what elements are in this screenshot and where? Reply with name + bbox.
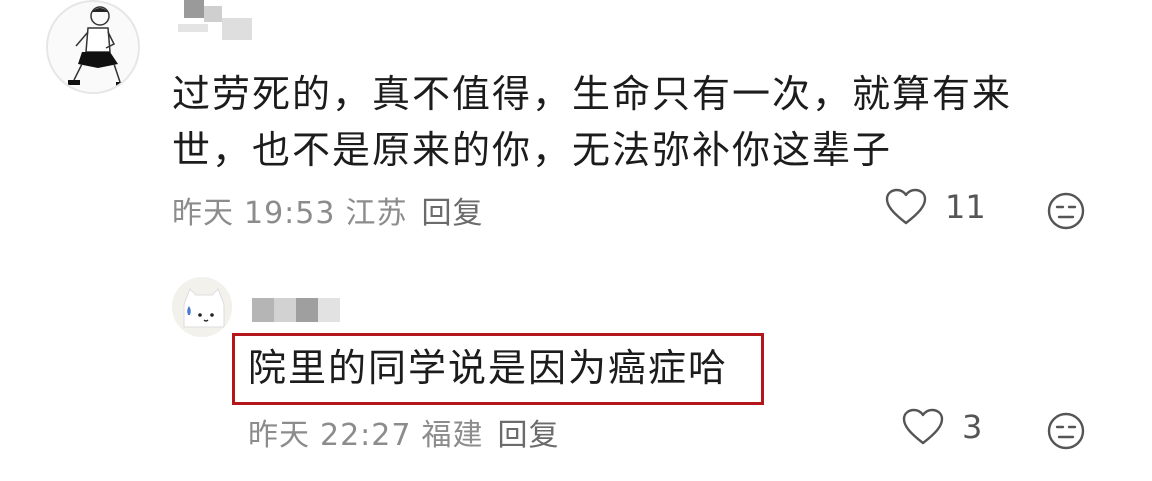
comment-text: 院里的同学说是因为癌症哈 <box>248 346 729 390</box>
comment-date: 昨天 <box>172 196 234 231</box>
avatar-cat-illustration <box>172 277 232 337</box>
avatar[interactable] <box>46 0 140 94</box>
like-count: 11 <box>945 188 986 226</box>
comment-item: 过劳死的，真不值得，生命只有一次，就算有来 世，也不是原来的你，无法弥补你这辈子… <box>0 0 1152 250</box>
avatar[interactable] <box>172 277 232 337</box>
comment-meta: 昨天 19:53 江苏 回复 <box>172 188 493 232</box>
reply-button[interactable]: 回复 <box>421 196 483 231</box>
comment-location: 江苏 <box>345 196 408 231</box>
heart-outline-icon[interactable] <box>885 188 927 226</box>
comment-text: 过劳死的，真不值得，生命只有一次，就算有来 世，也不是原来的你，无法弥补你这辈子 <box>172 72 1013 172</box>
comment-meta: 昨天 22:27 福建 回复 <box>248 410 569 454</box>
username-blurred <box>252 298 340 322</box>
heart-outline-icon[interactable] <box>902 408 944 446</box>
comment-location: 福建 <box>421 418 484 453</box>
comment-time: 22:27 <box>320 418 412 453</box>
like-button[interactable]: 11 <box>885 188 986 226</box>
neutral-face-icon[interactable] <box>1046 411 1086 451</box>
username-blurred <box>178 0 252 40</box>
reply-button[interactable]: 回复 <box>497 418 559 453</box>
avatar-illustration <box>68 6 128 87</box>
like-count: 3 <box>962 408 983 446</box>
comment-time: 19:53 <box>244 196 336 231</box>
neutral-face-icon[interactable] <box>1046 191 1086 231</box>
like-button[interactable]: 3 <box>902 408 982 446</box>
comment-date: 昨天 <box>248 418 310 453</box>
